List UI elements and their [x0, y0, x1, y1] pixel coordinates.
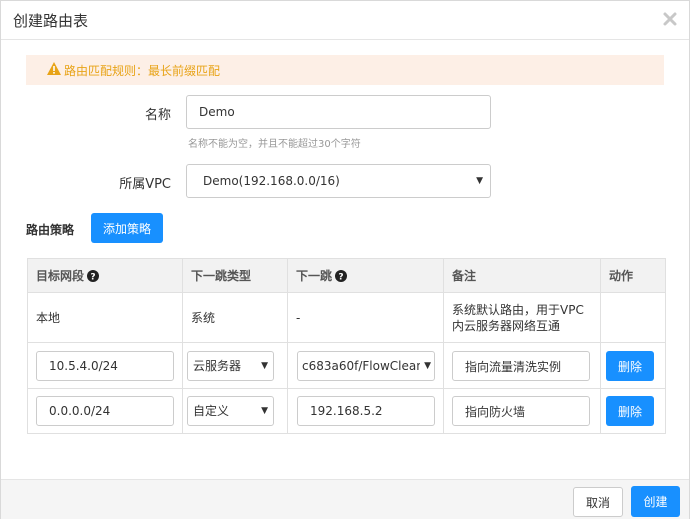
vpc-select[interactable]: Demo(192.168.0.0/16) ▼: [186, 164, 491, 198]
chevron-down-icon: ▼: [261, 406, 268, 416]
static-next: -: [296, 310, 301, 325]
table-row: 自定义 ▼ 删除: [27, 388, 666, 434]
create-button[interactable]: 创建: [631, 486, 680, 517]
static-note: 系统默认路由，用于VPC内云服务器网络互通: [452, 302, 584, 333]
next-hop-select[interactable]: c683a60f/FlowCleaner ▼: [297, 351, 435, 381]
note-input[interactable]: [452, 396, 590, 426]
note-input[interactable]: [452, 351, 590, 381]
route-table: 目标网段? 下一跳类型 下一跳? 备注 动作 本地 系统 - 系统默认路由，用于…: [27, 258, 666, 434]
header-dest: 目标网段?: [27, 258, 183, 293]
dest-input[interactable]: [36, 396, 174, 426]
vpc-select-value: Demo(192.168.0.0/16): [203, 174, 340, 188]
add-policy-button[interactable]: 添加策略: [91, 213, 163, 243]
warning-icon: [47, 62, 61, 75]
name-hint: 名称不能为空，并且不能超过30个字符: [188, 139, 361, 150]
route-policy-label: 路由策略: [26, 223, 75, 237]
help-icon[interactable]: ?: [335, 270, 348, 283]
dialog-title: 创建路由表: [13, 12, 89, 30]
create-route-table-dialog: 创建路由表 路由匹配规则：最长前缀匹配 名称 名称不能为空，并且不能超过30个字…: [0, 0, 690, 519]
table-row: 云服务器 ▼ c683a60f/FlowCleaner ▼ 删除: [27, 342, 666, 389]
help-icon[interactable]: ?: [87, 270, 100, 283]
next-hop-input[interactable]: [297, 396, 435, 426]
close-icon[interactable]: [661, 10, 679, 28]
header-type: 下一跳类型: [182, 258, 288, 293]
chevron-down-icon: ▼: [261, 361, 268, 371]
svg-text:?: ?: [338, 273, 343, 283]
delete-button[interactable]: 删除: [606, 396, 654, 426]
route-rule-alert: 路由匹配规则：最长前缀匹配: [26, 55, 664, 85]
dialog-header: 创建路由表: [1, 1, 689, 40]
cancel-button[interactable]: 取消: [573, 487, 623, 517]
next-hop-type-select[interactable]: 云服务器 ▼: [187, 351, 274, 381]
delete-button[interactable]: 删除: [606, 351, 654, 381]
static-dest: 本地: [36, 311, 61, 325]
svg-text:?: ?: [90, 273, 95, 283]
header-next: 下一跳?: [287, 258, 444, 293]
name-label: 名称: [144, 108, 171, 123]
next-hop-type-select[interactable]: 自定义 ▼: [187, 396, 274, 426]
header-note: 备注: [443, 258, 601, 293]
header-action: 动作: [600, 258, 666, 293]
name-input[interactable]: [186, 95, 491, 129]
dest-input[interactable]: [36, 351, 174, 381]
chevron-down-icon: ▼: [476, 176, 483, 186]
dialog-footer: 取消 创建: [1, 479, 689, 519]
alert-text: 路由匹配规则：最长前缀匹配: [64, 64, 221, 78]
static-type: 系统: [191, 311, 216, 325]
table-row: 本地 系统 - 系统默认路由，用于VPC内云服务器网络互通: [27, 292, 666, 343]
table-header-row: 目标网段? 下一跳类型 下一跳? 备注 动作: [27, 258, 666, 293]
vpc-label: 所属VPC: [119, 177, 171, 192]
chevron-down-icon: ▼: [422, 352, 431, 380]
